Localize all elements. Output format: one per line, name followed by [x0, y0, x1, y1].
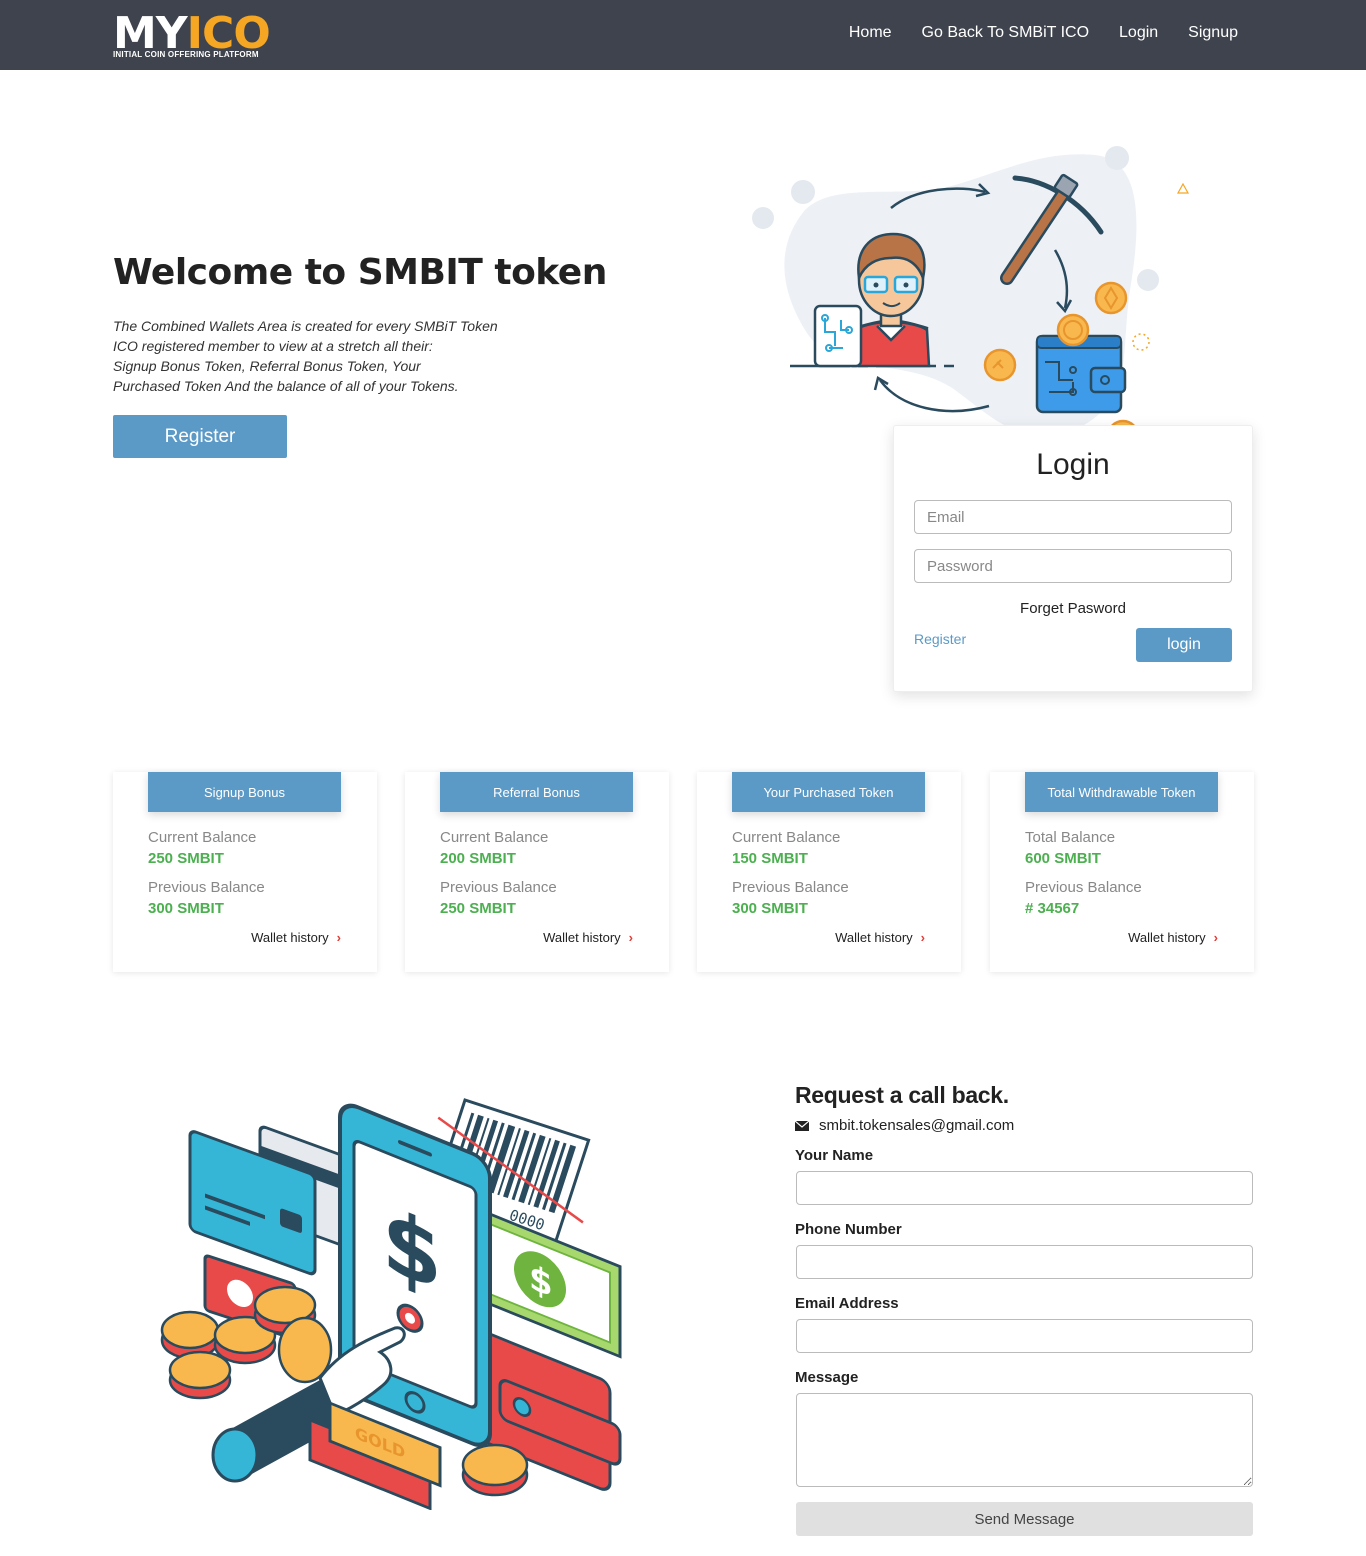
- email-input[interactable]: [796, 1319, 1253, 1353]
- wallet-history-link[interactable]: Wallet history ›: [543, 930, 633, 945]
- card-value-previous: # 34567: [1025, 900, 1080, 917]
- card-label-previous: Previous Balance: [732, 879, 849, 896]
- callback-email: smbit.tokensales@gmail.com: [795, 1117, 1014, 1134]
- balance-card-withdrawable: Total Withdrawable Token Total Balance 6…: [990, 772, 1254, 972]
- nav-login[interactable]: Login: [1119, 24, 1158, 42]
- card-value-current: 150 SMBIT: [732, 850, 808, 867]
- card-label-total: Total Balance: [1025, 829, 1116, 846]
- nav-home[interactable]: Home: [849, 24, 892, 42]
- card-label-previous: Previous Balance: [440, 879, 557, 896]
- message-label: Message: [795, 1369, 859, 1386]
- chevron-right-icon: ›: [1213, 930, 1218, 945]
- chevron-right-icon: ›: [920, 930, 925, 945]
- nav-back-to-ico[interactable]: Go Back To SMBiT ICO: [922, 24, 1089, 42]
- card-tab[interactable]: Your Purchased Token: [732, 772, 925, 812]
- wallet-history-link[interactable]: Wallet history ›: [251, 930, 341, 945]
- balance-card-purchased: Your Purchased Token Current Balance 150…: [697, 772, 961, 972]
- card-tab[interactable]: Signup Bonus: [148, 772, 341, 812]
- card-label-current: Current Balance: [148, 829, 257, 846]
- mobile-payment-illustration: 0000 0000 $ $: [160, 1098, 622, 1510]
- card-label-previous: Previous Balance: [148, 879, 265, 896]
- card-label-current: Current Balance: [732, 829, 841, 846]
- wallet-history-label: Wallet history: [835, 930, 913, 945]
- card-value-previous: 300 SMBIT: [148, 900, 224, 917]
- forget-password-link[interactable]: Forget Pasword: [894, 600, 1252, 617]
- hero-desc-line: ICO registered member to view at a stret…: [113, 338, 433, 354]
- wallet-history-label: Wallet history: [543, 930, 621, 945]
- login-title: Login: [1036, 448, 1110, 481]
- login-submit-button[interactable]: login: [1136, 628, 1232, 662]
- login-card: Login Forget Pasword Register login: [893, 425, 1253, 692]
- balance-card-signup: Signup Bonus Current Balance 250 SMBIT P…: [113, 772, 377, 972]
- chevron-right-icon: ›: [336, 930, 341, 945]
- hero-description: The Combined Wallets Area is created for…: [113, 316, 543, 396]
- hero-desc-line: The Combined Wallets Area is created for…: [113, 318, 498, 334]
- login-email-input[interactable]: [914, 500, 1232, 534]
- brand-logo[interactable]: MYICO INITIAL COIN OFFERING PLATFORM: [113, 12, 278, 62]
- wallet-history-label: Wallet history: [251, 930, 329, 945]
- logo-tagline: INITIAL COIN OFFERING PLATFORM: [113, 50, 259, 59]
- balance-card-referral: Referral Bonus Current Balance 200 SMBIT…: [405, 772, 669, 972]
- card-value-current: 250 SMBIT: [148, 850, 224, 867]
- card-label-current: Current Balance: [440, 829, 549, 846]
- send-message-button[interactable]: Send Message: [796, 1502, 1253, 1536]
- hero-desc-line: Purchased Token And the balance of all o…: [113, 378, 459, 394]
- hero-title: Welcome to SMBIT token: [113, 252, 607, 293]
- wallet-history-link[interactable]: Wallet history ›: [1128, 930, 1218, 945]
- hero-register-button[interactable]: Register: [113, 415, 287, 458]
- top-navbar: MYICO INITIAL COIN OFFERING PLATFORM Hom…: [0, 0, 1366, 70]
- envelope-icon: [795, 1120, 809, 1131]
- card-tab[interactable]: Total Withdrawable Token: [1025, 772, 1218, 812]
- name-input[interactable]: [796, 1171, 1253, 1205]
- phone-label: Phone Number: [795, 1221, 902, 1238]
- nav-signup[interactable]: Signup: [1188, 24, 1238, 42]
- card-value-previous: 250 SMBIT: [440, 900, 516, 917]
- card-tab[interactable]: Referral Bonus: [440, 772, 633, 812]
- name-label: Your Name: [795, 1147, 874, 1164]
- phone-input[interactable]: [796, 1245, 1253, 1279]
- login-password-input[interactable]: [914, 549, 1232, 583]
- chevron-right-icon: ›: [628, 930, 633, 945]
- hero-desc-line: Signup Bonus Token, Referral Bonus Token…: [113, 358, 421, 374]
- nav-links: Home Go Back To SMBiT ICO Login Signup: [849, 24, 1238, 42]
- email-label: Email Address: [795, 1295, 899, 1312]
- card-value-total: 600 SMBIT: [1025, 850, 1101, 867]
- message-textarea[interactable]: [796, 1393, 1253, 1487]
- wallet-history-label: Wallet history: [1128, 930, 1206, 945]
- card-value-previous: 300 SMBIT: [732, 900, 808, 917]
- callback-title: Request a call back.: [795, 1082, 1009, 1108]
- callback-email-text: smbit.tokensales@gmail.com: [819, 1117, 1015, 1134]
- card-value-current: 200 SMBIT: [440, 850, 516, 867]
- card-label-previous: Previous Balance: [1025, 879, 1142, 896]
- login-register-link[interactable]: Register: [914, 631, 966, 647]
- wallet-history-link[interactable]: Wallet history ›: [835, 930, 925, 945]
- crypto-mining-illustration: [752, 146, 1190, 453]
